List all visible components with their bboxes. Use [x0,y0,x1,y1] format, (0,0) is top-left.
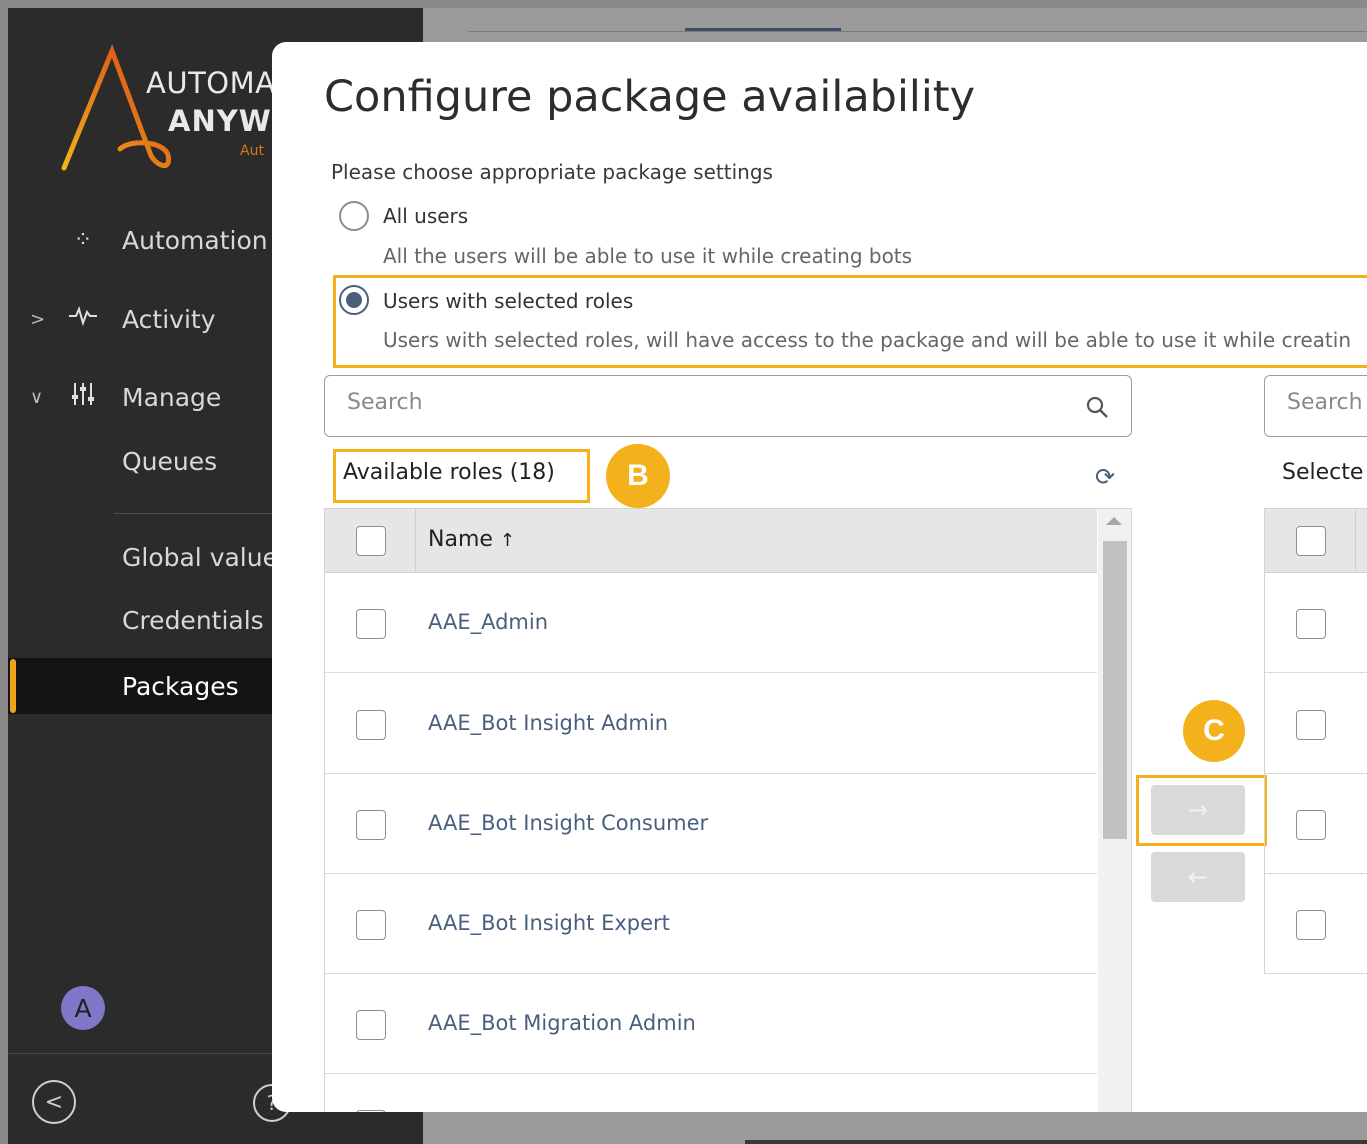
configure-package-modal: Configure package availability Please ch… [272,42,1367,1112]
refresh-icon[interactable]: ⟳ [1095,463,1115,491]
sort-ascending-icon: ↑ [499,530,515,551]
name-column-header[interactable]: Name ↑ [428,527,515,552]
move-left-button[interactable]: ← [1151,852,1245,902]
table-row[interactable] [325,1074,1097,1112]
annotation-badge-c: C [1183,700,1245,762]
row-checkbox[interactable] [1296,810,1326,840]
chevron-left-icon: < [44,1089,64,1115]
header-divider [415,509,416,573]
available-roles-search[interactable] [324,375,1132,437]
available-roles-count: (18) [509,460,555,485]
row-checkbox[interactable] [1296,910,1326,940]
nav-label: Manage [122,382,222,412]
row-checkbox[interactable] [356,1010,386,1040]
active-indicator [10,659,16,713]
option-all-users-desc: All the users will be able to use it whi… [383,244,913,268]
nav-label: Credentials [122,605,264,635]
pulse-icon [66,306,100,332]
table-row[interactable] [1265,573,1367,673]
table-header [1265,509,1367,573]
row-checkbox[interactable] [356,1110,386,1112]
available-roles-text: Available roles [343,460,503,485]
radio-all-users[interactable] [339,201,369,231]
selected-roles-table [1264,508,1367,974]
available-roles-label: Available roles (18) [343,460,555,485]
modal-subtitle: Please choose appropriate package settin… [331,160,773,184]
active-tab-indicator [685,28,841,31]
available-search-input[interactable] [347,390,1047,415]
nav-label: Automation [122,225,268,255]
table-row[interactable]: AAE_Bot Migration Admin [325,974,1097,1074]
selected-roles-label: Selecte [1282,460,1364,485]
select-all-checkbox[interactable] [1296,526,1326,556]
role-name[interactable]: AAE_Admin [428,610,548,634]
annotation-badge-b: B [606,444,670,508]
role-name[interactable]: AAE_Bot Migration Admin [428,1011,696,1035]
background-footer [423,1112,1367,1144]
table-row[interactable]: AAE_Bot Insight Consumer [325,774,1097,874]
available-roles-table: Name ↑ AAE_Admin AAE_Bot Insight Admin A… [324,508,1132,1112]
nav-label: Activity [122,304,216,334]
selected-search-input[interactable] [1287,390,1367,415]
collapse-sidebar-button[interactable]: < [32,1080,76,1124]
role-name[interactable]: AAE_Bot Insight Expert [428,911,670,935]
role-name[interactable]: AAE_Bot Insight Admin [428,711,668,735]
move-right-button[interactable]: → [1151,785,1245,835]
table-row[interactable] [1265,874,1367,974]
avatar[interactable]: A [61,986,105,1030]
option-selected-roles-desc: Users with selected roles, will have acc… [383,328,1351,352]
modal-title: Configure package availability [324,72,976,122]
nav-label: Queues [122,446,218,476]
table-row[interactable]: AAE_Bot Insight Expert [325,874,1097,974]
option-selected-roles-label: Users with selected roles [383,289,634,313]
selected-roles-search[interactable] [1264,375,1367,437]
table-row[interactable] [1265,774,1367,874]
row-checkbox[interactable] [1296,609,1326,639]
option-all-users-label: All users [383,204,469,228]
row-checkbox[interactable] [356,710,386,740]
brand-tagline: Aut [240,143,264,159]
header-divider [1355,509,1356,573]
table-scrollbar[interactable] [1098,509,1131,1112]
row-checkbox[interactable] [356,810,386,840]
footer-bar [745,1140,1367,1144]
chevron-right-icon: > [30,308,46,330]
select-all-checkbox[interactable] [356,526,386,556]
role-name[interactable]: AAE_Bot Insight Consumer [428,811,708,835]
table-row[interactable] [1265,674,1367,774]
row-checkbox[interactable] [356,910,386,940]
nav-label: Global value [122,542,278,572]
sliders-icon [66,381,100,413]
table-header: Name ↑ [325,509,1097,573]
name-column-label: Name [428,527,493,552]
search-icon[interactable] [1085,395,1109,423]
table-row[interactable]: AAE_Bot Insight Admin [325,674,1097,774]
brand-name-line1: AUTOMA [146,66,276,100]
nav-label: Packages [122,671,239,701]
scroll-thumb[interactable] [1103,541,1127,839]
row-checkbox[interactable] [356,609,386,639]
scroll-up-icon[interactable] [1106,517,1122,525]
dots-cluster-icon: ⁘ [73,227,93,253]
radio-selected-roles[interactable] [339,285,369,315]
chevron-down-icon: ∨ [30,386,44,408]
brand-name-line2: ANYW [168,104,272,138]
header-rule [468,31,1367,32]
table-row[interactable]: AAE_Admin [325,573,1097,673]
row-checkbox[interactable] [1296,710,1326,740]
